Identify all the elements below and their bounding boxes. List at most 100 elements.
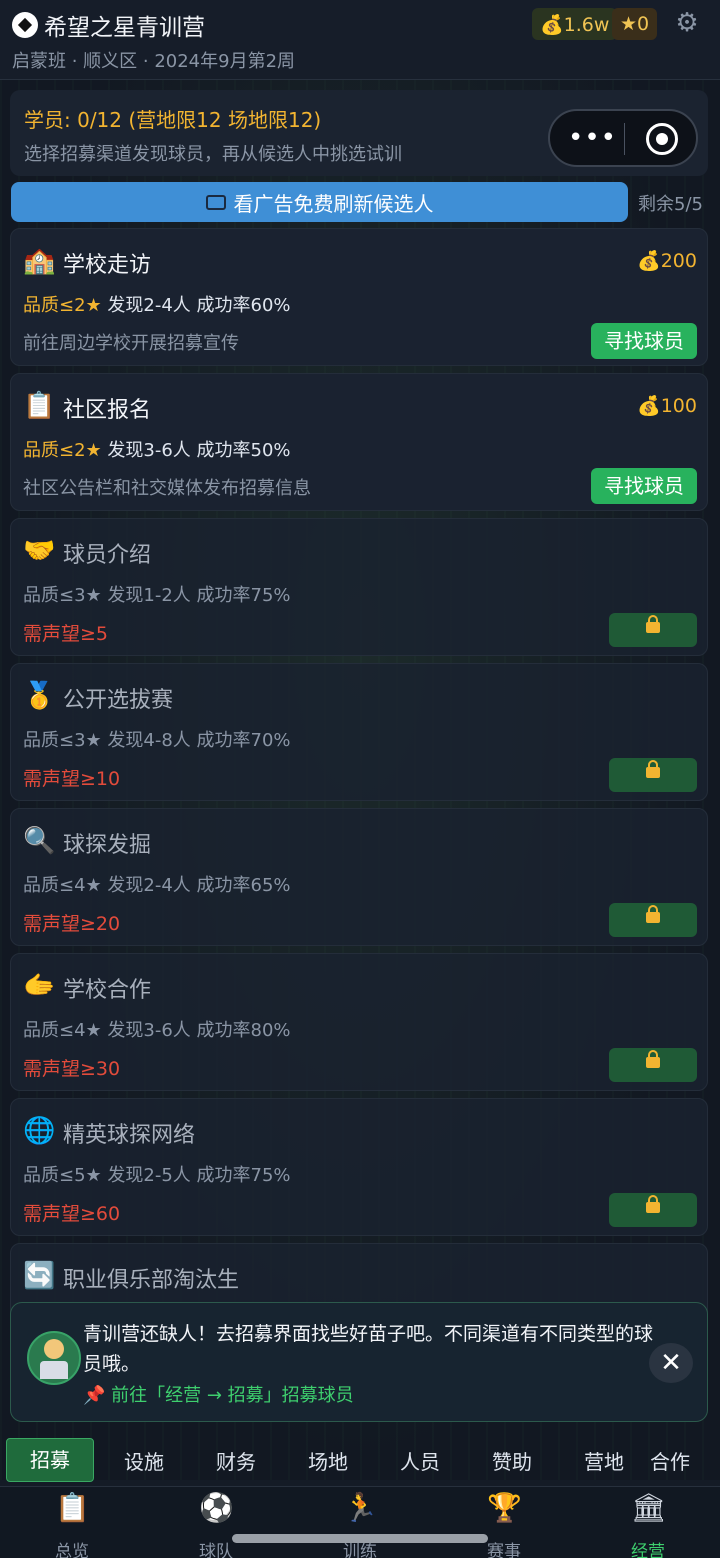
channel-name: 公开选拔赛 xyxy=(63,688,174,713)
channel-stats: 品质≤2★ 发现3-6人 成功率50% xyxy=(23,436,291,462)
refresh-icon: 🔄 xyxy=(23,1261,56,1291)
management-subtabs: 招募 设施 财务 场地 人员 赞助 营地 合作 xyxy=(0,1436,720,1484)
reputation-requirement: 需声望≥20 xyxy=(23,913,121,935)
handshake-icon: 🤝 xyxy=(23,536,56,566)
channel-name: 学校走访 xyxy=(63,253,152,278)
channel-name: 球员介绍 xyxy=(63,543,152,568)
subtab-recruit[interactable]: 招募 xyxy=(6,1438,94,1482)
goto-recruit-link[interactable]: 📌 前往「经营 → 招募」招募球员 xyxy=(83,1381,354,1407)
channel-stats: 品质≤2★ 发现2-4人 成功率60% xyxy=(23,291,291,317)
locked-button[interactable] xyxy=(609,1193,697,1227)
channel-card-referral: 🤝 球员介绍 品质≤3★ 发现1-2人 成功率75% 需声望≥5 xyxy=(10,518,708,656)
subtab-finance[interactable]: 财务 xyxy=(190,1446,282,1475)
magnifier-icon: 🔍 xyxy=(23,826,56,856)
channel-stats: 品质≤3★ 发现1-2人 成功率75% xyxy=(23,581,291,607)
lock-icon xyxy=(646,615,660,633)
ad-button-label: 看广告免费刷新候选人 xyxy=(233,191,434,216)
discovery-stats: 发现1-2人 成功率75% xyxy=(107,585,291,606)
nav-label: 总览 xyxy=(55,1542,89,1558)
quality-limit: 品质≤3★ xyxy=(23,585,102,606)
close-icon[interactable]: ✕ xyxy=(649,1343,693,1383)
capsule-divider xyxy=(624,123,625,155)
quality-limit: 品质≤5★ xyxy=(23,1165,102,1186)
channel-cost: 💰100 xyxy=(637,395,697,417)
channel-name: 职业俱乐部淘汰生 xyxy=(63,1268,240,1293)
discovery-stats: 发现3-6人 成功率50% xyxy=(107,440,291,461)
channel-name: 学校合作 xyxy=(63,978,152,1003)
locked-button[interactable] xyxy=(609,758,697,792)
locked-button[interactable] xyxy=(609,613,697,647)
locked-button[interactable] xyxy=(609,1048,697,1082)
reputation-requirement: 需声望≥60 xyxy=(23,1203,121,1225)
hint-toast: 青训营还缺人！去招募界面找些好苗子吧。不同渠道有不同类型的球员哦。 📌 前往「经… xyxy=(10,1302,708,1422)
hand-icon: 🫱 xyxy=(23,971,56,1001)
channel-stats: 品质≤4★ 发现3-6人 成功率80% xyxy=(23,1016,291,1042)
home-indicator[interactable] xyxy=(232,1534,488,1543)
nav-team[interactable]: ⚽ 球队 xyxy=(144,1487,288,1558)
lock-icon xyxy=(646,760,660,778)
app-title: 希望之星青训营 xyxy=(44,15,205,41)
trophy-icon: 🏆 xyxy=(487,1491,522,1524)
channel-cost: 💰200 xyxy=(637,250,697,272)
discovery-stats: 发现3-6人 成功率80% xyxy=(107,1020,291,1041)
subtab-pitch[interactable]: 场地 xyxy=(282,1446,374,1475)
toast-message: 青训营还缺人！去招募界面找些好苗子吧。不同渠道有不同类型的球员哦。 xyxy=(83,1323,654,1375)
close-miniprogram-icon[interactable] xyxy=(646,123,678,155)
subtab-partnership[interactable]: 合作 xyxy=(650,1446,698,1475)
channel-name: 社区报名 xyxy=(63,398,152,423)
find-players-button[interactable]: 寻找球员 xyxy=(591,468,697,504)
gear-icon[interactable]: ⚙ xyxy=(672,8,702,38)
title-row: 希望之星青训营 xyxy=(12,8,205,42)
quality-limit: 品质≤4★ xyxy=(23,875,102,896)
ad-remaining-count: 剩余5/5 xyxy=(638,194,703,215)
channel-name: 精英球探网络 xyxy=(63,1123,196,1148)
top-header: 希望之星青训营 启蒙班 · 顺义区 · 2024年9月第2周 💰1.6w ★0 … xyxy=(0,0,720,80)
channel-stats: 品质≤3★ 发现4-8人 成功率70% xyxy=(23,726,291,752)
miniprogram-capsule: ••• xyxy=(548,109,698,167)
lock-icon xyxy=(646,1195,660,1213)
reputation-requirement: 需声望≥10 xyxy=(23,768,121,790)
more-menu-icon[interactable]: ••• xyxy=(568,125,617,151)
nav-training[interactable]: 🏃 训练 xyxy=(288,1487,432,1558)
subtab-camp[interactable]: 营地 xyxy=(558,1446,650,1475)
discovery-stats: 发现2-4人 成功率60% xyxy=(107,295,291,316)
discovery-stats: 发现2-5人 成功率75% xyxy=(107,1165,291,1186)
trainee-count: 学员: 0/12 (营地限12 场地限12) xyxy=(24,108,322,132)
header-subtitle: 启蒙班 · 顺义区 · 2024年9月第2周 xyxy=(12,51,296,72)
subtab-sponsor[interactable]: 赞助 xyxy=(466,1446,558,1475)
locked-button[interactable] xyxy=(609,903,697,937)
quality-limit: 品质≤2★ xyxy=(23,295,102,316)
subtab-facilities[interactable]: 设施 xyxy=(98,1446,190,1475)
subtab-staff[interactable]: 人员 xyxy=(374,1446,466,1475)
discovery-stats: 发现4-8人 成功率70% xyxy=(107,730,291,751)
channel-description: 前往周边学校开展招募宣传 xyxy=(23,333,239,354)
watch-ad-refresh-button[interactable]: 看广告免费刷新候选人 xyxy=(11,182,628,222)
channel-card-scouting: 🔍 球探发掘 品质≤4★ 发现2-4人 成功率65% 需声望≥20 xyxy=(10,808,708,946)
coins-badge[interactable]: 💰1.6w xyxy=(532,8,618,40)
channel-stats: 品质≤4★ 发现2-4人 成功率65% xyxy=(23,871,291,897)
nav-overview[interactable]: 📋 总览 xyxy=(0,1487,144,1558)
channel-card-school-visit: 🏫 学校走访 💰200 品质≤2★ 发现2-4人 成功率60% 前往周边学校开展… xyxy=(10,228,708,366)
clipboard-icon: 📋 xyxy=(23,391,56,421)
channel-name: 球探发掘 xyxy=(63,833,152,858)
channel-stats: 品质≤5★ 发现2-5人 成功率75% xyxy=(23,1161,291,1187)
info-description: 选择招募渠道发现球员，再从候选人中挑选试训 xyxy=(24,144,402,165)
discovery-stats: 发现2-4人 成功率65% xyxy=(107,875,291,896)
medal-icon: 🥇 xyxy=(23,681,56,711)
lock-icon xyxy=(646,905,660,923)
coach-avatar xyxy=(27,1331,81,1385)
globe-icon: 🌐 xyxy=(23,1116,56,1146)
nav-label: 经营 xyxy=(631,1542,665,1558)
stars-badge[interactable]: ★0 xyxy=(612,8,658,40)
channel-card-school-partnership: 🫱 学校合作 品质≤4★ 发现3-6人 成功率80% 需声望≥30 xyxy=(10,953,708,1091)
channel-card-community: 📋 社区报名 💰100 品质≤2★ 发现3-6人 成功率50% 社区公告栏和社交… xyxy=(10,373,708,511)
nav-management[interactable]: 🏛 经营 xyxy=(576,1487,720,1558)
channel-description: 社区公告栏和社交媒体发布招募信息 xyxy=(23,478,311,499)
find-players-button[interactable]: 寻找球员 xyxy=(591,323,697,359)
quality-limit: 品质≤4★ xyxy=(23,1020,102,1041)
tv-icon xyxy=(205,194,226,210)
nav-matches[interactable]: 🏆 赛事 xyxy=(432,1487,576,1558)
bottom-navigation: 📋 总览 ⚽ 球队 🏃 训练 🏆 赛事 🏛 经营 xyxy=(0,1486,720,1558)
soccer-ball-icon xyxy=(12,12,38,38)
quality-limit: 品质≤2★ xyxy=(23,440,102,461)
